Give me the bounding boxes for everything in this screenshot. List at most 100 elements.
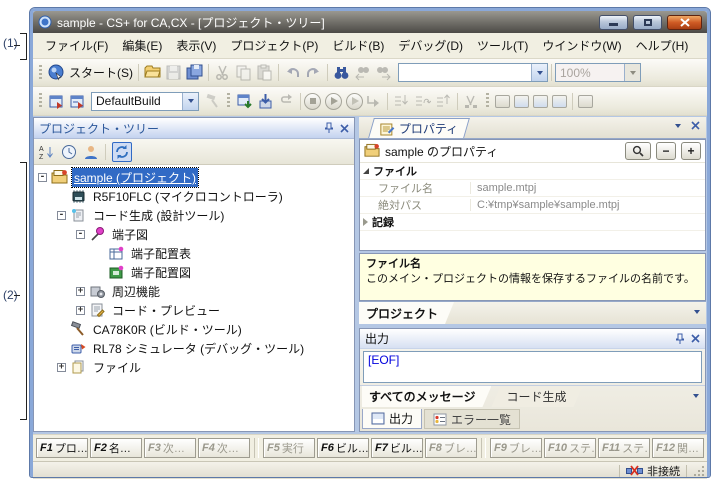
tree-expander-plus-icon[interactable]: + xyxy=(76,287,85,296)
find-button[interactable] xyxy=(331,62,352,84)
restore-button[interactable] xyxy=(633,15,662,30)
debug-window-button-2 xyxy=(514,95,529,108)
fkey-f6[interactable]: F6ビル… xyxy=(317,438,369,458)
fkey-f1[interactable]: F1プロ… xyxy=(36,438,88,458)
close-button[interactable] xyxy=(667,15,702,30)
close-icon[interactable] xyxy=(691,334,700,343)
search-combobox[interactable] xyxy=(398,63,548,82)
tree-item-debug-tool[interactable]: RL78 シミュレータ (デバッグ・ツール) xyxy=(34,339,354,358)
tree-item-microcontroller[interactable]: R5F10FLC (マイクロコントローラ) xyxy=(34,187,354,206)
close-icon[interactable] xyxy=(691,121,700,130)
property-row-filename[interactable]: ファイル名 sample.mtpj xyxy=(360,180,705,197)
save-button[interactable] xyxy=(163,62,184,84)
tab-error-list[interactable]: エラー一覧 xyxy=(424,409,520,429)
collapse-all-button[interactable]: − xyxy=(656,142,676,160)
cut-button[interactable] xyxy=(212,62,233,84)
chevron-down-icon[interactable] xyxy=(675,124,681,128)
category-record[interactable]: 記録 xyxy=(360,214,705,231)
output-console[interactable]: [EOF] xyxy=(363,351,702,383)
expand-all-button[interactable]: + xyxy=(681,142,701,160)
stop-icon xyxy=(310,98,316,104)
play-outline-icon xyxy=(352,97,359,105)
tree-item-pin-diagram[interactable]: - 端子図 xyxy=(34,225,354,244)
menu-window[interactable]: ウインドウ(W) xyxy=(535,34,628,57)
tab-output[interactable]: 出力 xyxy=(362,409,422,429)
fkey-f7[interactable]: F7ビル… xyxy=(371,438,423,458)
tab-project[interactable]: プロジェクト xyxy=(359,302,454,324)
toolbar-grip[interactable] xyxy=(486,93,489,109)
redo-button[interactable] xyxy=(303,62,324,84)
fkey-f2[interactable]: F2名… xyxy=(90,438,142,458)
tree-item-peripheral[interactable]: + 周辺機能 xyxy=(34,282,354,301)
toolbar-separator xyxy=(327,64,328,81)
property-search-button[interactable] xyxy=(625,142,651,160)
toolbar-grip[interactable] xyxy=(39,93,42,109)
app-icon xyxy=(38,15,52,29)
tree-expander-plus-icon[interactable]: + xyxy=(76,306,85,315)
start-button[interactable]: スタート(S) xyxy=(46,62,135,84)
build-project-button[interactable] xyxy=(46,90,67,112)
sort-az-icon[interactable]: AZ xyxy=(39,144,55,160)
pin-icon[interactable] xyxy=(675,333,685,345)
category-collapsed-icon xyxy=(363,218,368,226)
toolbar-separator xyxy=(457,93,458,110)
tab-code-generation[interactable]: コード生成 xyxy=(491,386,582,407)
tab-all-messages[interactable]: すべてのメッセージ xyxy=(362,386,491,407)
tree-item-pin-table[interactable]: 端子配置表 xyxy=(34,244,354,263)
clock-icon[interactable] xyxy=(61,144,77,160)
start-label: スタート(S) xyxy=(69,64,133,81)
fkey-separator xyxy=(481,438,486,458)
tree-expander-minus-icon[interactable]: - xyxy=(76,230,85,239)
copy-button[interactable] xyxy=(233,62,254,84)
find-forward-button[interactable] xyxy=(373,62,394,84)
tree-item-file[interactable]: + ファイル xyxy=(34,358,354,377)
tree-item-build-tool[interactable]: CA78K0R (ビルド・ツール) xyxy=(34,320,354,339)
build-download-button[interactable] xyxy=(234,90,255,112)
category-file[interactable]: ファイル xyxy=(360,163,705,180)
menu-file[interactable]: ファイル(F) xyxy=(38,34,115,57)
menu-build[interactable]: ビルド(B) xyxy=(325,34,391,57)
menu-project[interactable]: プロジェクト(P) xyxy=(223,34,325,57)
chevron-down-icon[interactable] xyxy=(693,394,699,398)
tree-expander-minus-icon[interactable]: - xyxy=(38,173,47,182)
build-download-icon xyxy=(236,93,253,110)
debug-ignore-run-button xyxy=(346,93,363,110)
debug-run-button xyxy=(325,93,342,110)
menu-help[interactable]: ヘルプ(H) xyxy=(629,34,696,57)
undo-button[interactable] xyxy=(282,62,303,84)
save-all-button[interactable] xyxy=(184,62,205,84)
tab-property[interactable]: プロパティ xyxy=(368,118,470,138)
tree-expander-plus-icon[interactable]: + xyxy=(57,363,66,372)
menu-tool[interactable]: ツール(T) xyxy=(470,34,535,57)
debug-tool-icon xyxy=(70,340,87,357)
toolbar-grip[interactable] xyxy=(227,93,230,109)
find-backward-button[interactable] xyxy=(352,62,373,84)
resize-grip[interactable] xyxy=(693,465,705,477)
tree-item-pin-layout[interactable]: 端子配置図 xyxy=(34,263,354,282)
close-icon[interactable] xyxy=(340,124,349,133)
property-row-abspath[interactable]: 絶対パス C:¥tmp¥sample¥sample.mtpj xyxy=(360,197,705,214)
toolbar-grip[interactable] xyxy=(39,65,42,81)
menu-view[interactable]: 表示(V) xyxy=(169,34,223,57)
menu-edit[interactable]: 編集(E) xyxy=(115,34,169,57)
app-window: sample - CS+ for CA,CX - [プロジェクト・ツリー] ファ… xyxy=(30,8,710,477)
build-mode-combobox[interactable]: DefaultBuild xyxy=(91,92,199,111)
minimize-button[interactable] xyxy=(599,15,628,30)
build-mode-dropdown[interactable] xyxy=(182,93,198,110)
chevron-down-icon[interactable] xyxy=(694,310,700,314)
output-text: [EOF] xyxy=(368,353,399,367)
user-icon[interactable] xyxy=(83,144,99,160)
tree-item-sample[interactable]: - sample (プロジェクト) xyxy=(34,168,354,187)
tree-item-code-generator[interactable]: - コード生成 (設計ツール) xyxy=(34,206,354,225)
menu-debug[interactable]: デバッグ(D) xyxy=(391,34,470,57)
annotation-2-bracket xyxy=(20,162,27,420)
pin-icon[interactable] xyxy=(324,122,334,134)
rebuild-project-button[interactable] xyxy=(67,90,88,112)
tree-expander-minus-icon[interactable]: - xyxy=(57,211,66,220)
refresh-button[interactable] xyxy=(112,142,132,162)
search-combobox-dropdown[interactable] xyxy=(531,64,547,81)
download-button[interactable] xyxy=(255,90,276,112)
open-project-button[interactable] xyxy=(142,62,163,84)
paste-button[interactable] xyxy=(254,62,275,84)
tree-item-code-preview[interactable]: + コード・プレビュー xyxy=(34,301,354,320)
